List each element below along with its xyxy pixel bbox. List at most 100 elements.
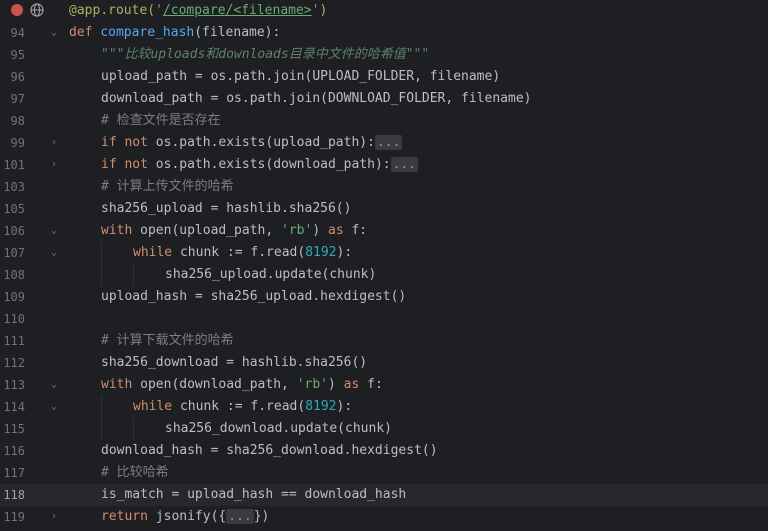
code-line[interactable]: 99 › if not os.path.exists(upload_path):..… bbox=[0, 132, 768, 154]
line-number: 98 bbox=[10, 114, 25, 128]
code-line[interactable]: 111 # 计算下载文件的哈希 bbox=[0, 330, 768, 352]
code-token: ) bbox=[312, 223, 328, 238]
code-line[interactable]: 103 # 计算上传文件的哈希 bbox=[0, 176, 768, 198]
indent-guide bbox=[133, 418, 134, 440]
code-text[interactable]: @app.route('/compare/<filename>') bbox=[68, 0, 327, 22]
code-text[interactable]: return jsonify({...}) bbox=[68, 506, 269, 528]
code-text[interactable]: while chunk := f.read(8192): bbox=[68, 242, 352, 264]
code-token: chunk := f.read( bbox=[179, 245, 306, 260]
fold-expand-icon[interactable]: › bbox=[49, 137, 59, 149]
line-gutter[interactable]: 99 › bbox=[0, 132, 68, 154]
code-line[interactable]: 110 bbox=[0, 308, 768, 330]
code-token: os.path.exists(download_path): bbox=[155, 157, 391, 172]
fold-collapse-icon[interactable]: ⌄ bbox=[49, 225, 59, 237]
line-gutter[interactable]: 116 bbox=[0, 440, 68, 462]
folded-code-marker[interactable]: ... bbox=[374, 135, 403, 150]
code-text[interactable]: download_hash = sha256_download.hexdiges… bbox=[68, 440, 438, 462]
code-line[interactable]: 94 ⌄ def compare_hash(filename): bbox=[0, 22, 768, 44]
line-gutter[interactable]: 119 › bbox=[0, 506, 68, 528]
code-line[interactable]: 114 ⌄ while chunk := f.read(8192): bbox=[0, 396, 768, 418]
line-gutter[interactable]: 108 bbox=[0, 264, 68, 286]
code-token: if not bbox=[101, 135, 156, 150]
code-token: download_hash = sha256_download.hexdiges… bbox=[101, 443, 438, 458]
line-gutter[interactable]: 113 ⌄ bbox=[0, 374, 68, 396]
code-text[interactable]: upload_path = os.path.join(UPLOAD_FOLDER… bbox=[68, 66, 500, 88]
line-gutter[interactable] bbox=[0, 0, 68, 22]
code-token: open(download_path, bbox=[140, 377, 297, 392]
code-line[interactable]: 96 upload_path = os.path.join(UPLOAD_FOLD… bbox=[0, 66, 768, 88]
code-text[interactable]: sha256_download = hashlib.sha256() bbox=[68, 352, 367, 374]
code-line[interactable]: 101 › if not os.path.exists(download_path)… bbox=[0, 154, 768, 176]
code-line[interactable]: 113 ⌄ with open(download_path, 'rb') as f: bbox=[0, 374, 768, 396]
code-token: open(upload_path, bbox=[140, 223, 282, 238]
line-gutter[interactable]: 97 bbox=[0, 88, 68, 110]
code-text[interactable]: if not os.path.exists(upload_path):... bbox=[68, 132, 403, 154]
code-text[interactable]: if not os.path.exists(download_path):... bbox=[68, 154, 419, 176]
breakpoint-icon[interactable] bbox=[11, 4, 23, 16]
line-gutter[interactable]: 107 ⌄ bbox=[0, 242, 68, 264]
code-text[interactable]: sha256_upload = hashlib.sha256() bbox=[68, 198, 351, 220]
code-text[interactable]: download_path = os.path.join(DOWNLOAD_FO… bbox=[68, 88, 531, 110]
code-line[interactable]: 117 # 比较哈希 bbox=[0, 462, 768, 484]
code-text[interactable]: # 检查文件是否存在 bbox=[68, 110, 221, 132]
line-gutter[interactable]: 106 ⌄ bbox=[0, 220, 68, 242]
line-gutter[interactable]: 109 bbox=[0, 286, 68, 308]
line-gutter[interactable]: 117 bbox=[0, 462, 68, 484]
code-text[interactable]: with open(upload_path, 'rb') as f: bbox=[68, 220, 367, 242]
code-text[interactable]: """比较uploads和downloads目录中文件的哈希值""" bbox=[68, 44, 429, 66]
code-line[interactable]: 105 sha256_upload = hashlib.sha256() bbox=[0, 198, 768, 220]
code-token: while bbox=[133, 245, 180, 260]
code-line[interactable]: 109 upload_hash = sha256_upload.hexdigest… bbox=[0, 286, 768, 308]
fold-collapse-icon[interactable]: ⌄ bbox=[49, 27, 59, 39]
code-line[interactable]: 119 › return jsonify({...}) bbox=[0, 506, 768, 528]
code-line[interactable]: 115 sha256_download.update(chunk) bbox=[0, 418, 768, 440]
line-gutter[interactable]: 98 bbox=[0, 110, 68, 132]
line-gutter[interactable]: 105 bbox=[0, 198, 68, 220]
code-line[interactable]: 98 # 检查文件是否存在 bbox=[0, 110, 768, 132]
code-line[interactable]: 97 download_path = os.path.join(DOWNLOAD_… bbox=[0, 88, 768, 110]
fold-expand-icon[interactable]: › bbox=[49, 511, 59, 523]
code-line[interactable]: 107 ⌄ while chunk := f.read(8192): bbox=[0, 242, 768, 264]
code-text[interactable]: is_match = upload_hash == download_hash bbox=[68, 484, 406, 506]
globe-icon[interactable] bbox=[30, 3, 44, 17]
line-gutter[interactable]: 118 bbox=[0, 484, 68, 506]
line-gutter[interactable]: 114 ⌄ bbox=[0, 396, 68, 418]
line-gutter[interactable]: 101 › bbox=[0, 154, 68, 176]
fold-expand-icon[interactable]: › bbox=[49, 159, 59, 171]
code-token: # 计算上传文件的哈希 bbox=[101, 179, 234, 194]
code-text[interactable]: def compare_hash(filename): bbox=[68, 22, 280, 44]
code-text[interactable]: sha256_download.update(chunk) bbox=[68, 418, 392, 440]
code-line[interactable]: 95 """比较uploads和downloads目录中文件的哈希值""" bbox=[0, 44, 768, 66]
fold-collapse-icon[interactable]: ⌄ bbox=[49, 379, 59, 391]
code-line[interactable]: 106 ⌄ with open(upload_path, 'rb') as f: bbox=[0, 220, 768, 242]
code-text[interactable]: sha256_upload.update(chunk) bbox=[68, 264, 376, 286]
indent-guide bbox=[133, 264, 134, 286]
code-line[interactable]: 116 download_hash = sha256_download.hexdi… bbox=[0, 440, 768, 462]
folded-code-marker[interactable]: ... bbox=[390, 157, 419, 172]
code-text[interactable]: upload_hash = sha256_upload.hexdigest() bbox=[68, 286, 406, 308]
fold-collapse-icon[interactable]: ⌄ bbox=[49, 401, 59, 413]
folded-code-marker[interactable]: ... bbox=[226, 509, 254, 524]
line-gutter[interactable]: 111 bbox=[0, 330, 68, 352]
fold-collapse-icon[interactable]: ⌄ bbox=[49, 247, 59, 259]
line-gutter[interactable]: 96 bbox=[0, 66, 68, 88]
line-gutter[interactable]: 112 bbox=[0, 352, 68, 374]
code-text[interactable]: # 计算上传文件的哈希 bbox=[68, 176, 234, 198]
code-line[interactable]: 108 sha256_upload.update(chunk) bbox=[0, 264, 768, 286]
line-gutter[interactable]: 103 bbox=[0, 176, 68, 198]
code-line[interactable]: @app.route('/compare/<filename>') bbox=[0, 0, 768, 22]
code-editor[interactable]: @app.route('/compare/<filename>') 94 ⌄ def … bbox=[0, 0, 768, 531]
indent-guide bbox=[101, 418, 102, 440]
code-text[interactable]: # 比较哈希 bbox=[68, 462, 169, 484]
code-line[interactable]: 112 sha256_download = hashlib.sha256() bbox=[0, 352, 768, 374]
line-gutter[interactable]: 94 ⌄ bbox=[0, 22, 68, 44]
code-text[interactable]: with open(download_path, 'rb') as f: bbox=[68, 374, 383, 396]
line-gutter[interactable]: 115 bbox=[0, 418, 68, 440]
code-line[interactable]: 118 is_match = upload_hash == download_ha… bbox=[0, 484, 768, 506]
code-text[interactable]: # 计算下载文件的哈希 bbox=[68, 330, 234, 352]
line-gutter[interactable]: 95 bbox=[0, 44, 68, 66]
code-text[interactable]: while chunk := f.read(8192): bbox=[68, 396, 352, 418]
line-gutter[interactable]: 110 bbox=[0, 308, 68, 330]
code-token: download_path = os.path.join(DOWNLOAD_FO… bbox=[101, 91, 532, 106]
indent-guide bbox=[101, 396, 102, 418]
